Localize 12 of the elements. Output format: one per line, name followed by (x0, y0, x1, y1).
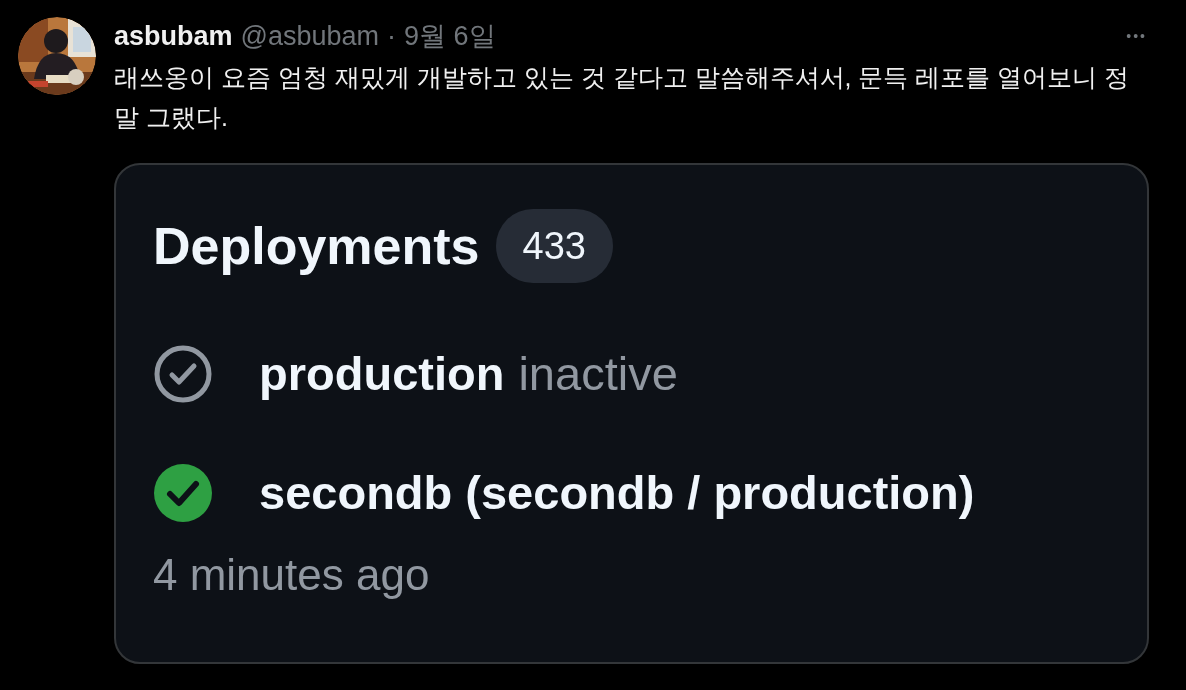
count-badge: 433 (495, 209, 613, 283)
environment-name[interactable]: production (259, 339, 505, 410)
author-name[interactable]: asbubam (114, 15, 233, 57)
card-title: Deployments (153, 216, 480, 277)
separator: · (387, 19, 397, 53)
environment-name[interactable]: secondb (secondb / production) (259, 457, 975, 528)
post-text: 래쓰옹이 요즘 엄청 재밌게 개발하고 있는 것 같다고 말씀해주셔서, 문득 레포를 열어보니 정말 그랬다. (114, 62, 1131, 133)
status-text: inactive (518, 346, 678, 402)
deploy-time: 4 minutes ago (153, 549, 431, 601)
more-button[interactable]: ••• (1126, 25, 1147, 47)
post-date[interactable]: 9월 6일 (404, 15, 496, 57)
author-handle[interactable]: @asbubam (240, 15, 380, 57)
